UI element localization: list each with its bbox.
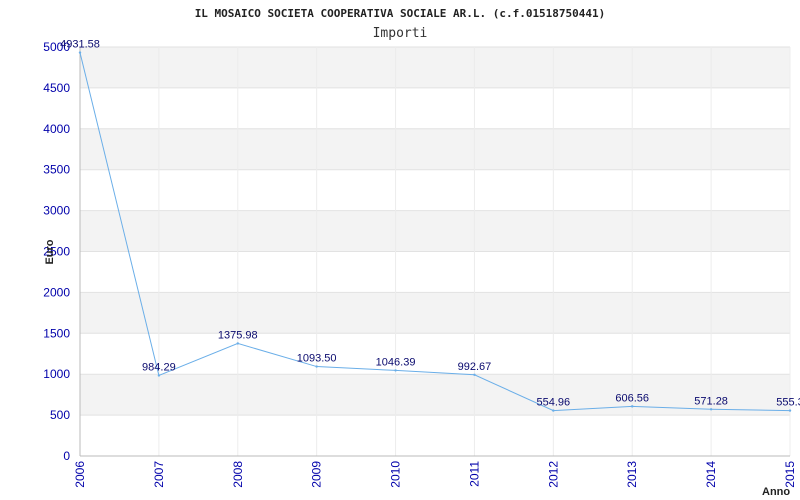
y-tick-label: 3000: [43, 204, 70, 218]
grid-bands: [80, 47, 790, 416]
x-tick-label: 2008: [231, 461, 245, 488]
x-tick-label: 2010: [389, 461, 403, 488]
data-label: 554.96: [537, 397, 571, 409]
x-tick-label: 2009: [310, 461, 324, 488]
data-point: [709, 408, 713, 411]
data-label: 1046.39: [376, 356, 416, 368]
data-label: 992.67: [458, 361, 492, 373]
data-point: [78, 51, 82, 54]
data-label: 984.29: [142, 361, 176, 373]
chart-subtitle: Importi: [373, 26, 428, 41]
data-label: 1375.98: [218, 329, 258, 341]
grid-band: [80, 292, 790, 334]
data-point: [394, 369, 397, 372]
data-point: [552, 409, 555, 412]
chart-title: IL MOSAICO SOCIETA COOPERATIVA SOCIALE A…: [195, 7, 606, 20]
y-tick-label: 1500: [43, 326, 70, 340]
y-tick-label: 4000: [43, 122, 70, 136]
data-label: 1093.50: [297, 353, 337, 365]
grid-band: [80, 128, 790, 170]
data-point: [236, 342, 239, 345]
y-tick-label: 2000: [43, 285, 70, 299]
y-axis-label: Euro: [44, 239, 56, 264]
data-point: [473, 373, 476, 376]
x-tick-label: 2012: [546, 461, 560, 488]
x-tick-label: 2014: [704, 461, 718, 488]
grid-band: [80, 47, 790, 88]
x-tick-label: 2006: [73, 461, 87, 488]
data-point: [631, 405, 634, 408]
data-label: 606.56: [615, 392, 649, 404]
grid-band: [80, 374, 790, 416]
data-point: [315, 365, 318, 368]
x-tick-label: 2007: [152, 461, 166, 488]
y-tick-label: 0: [63, 449, 70, 463]
y-tick-label: 1000: [43, 367, 70, 381]
y-tick-label: 4500: [43, 81, 70, 95]
y-tick-label: 500: [50, 408, 70, 422]
x-tick-label: 2013: [625, 461, 639, 488]
x-tick-labels: 2006 2007 2008 2009 2010 2011 2012 2013 2014 2015: [73, 461, 797, 488]
x-axis-label: Anno: [762, 486, 790, 498]
grid-band: [80, 210, 790, 252]
data-label: 4931.58: [60, 39, 100, 51]
data-label: 555.3: [776, 397, 800, 409]
line-chart: 0500100015002000250030003500400045005000…: [43, 7, 800, 498]
x-tick-label: 2011: [467, 461, 481, 487]
x-tick-label: 2015: [783, 461, 797, 488]
data-label: 571.28: [694, 395, 728, 407]
y-tick-label: 3500: [43, 163, 70, 177]
data-point: [157, 374, 161, 377]
data-point: [788, 409, 792, 412]
